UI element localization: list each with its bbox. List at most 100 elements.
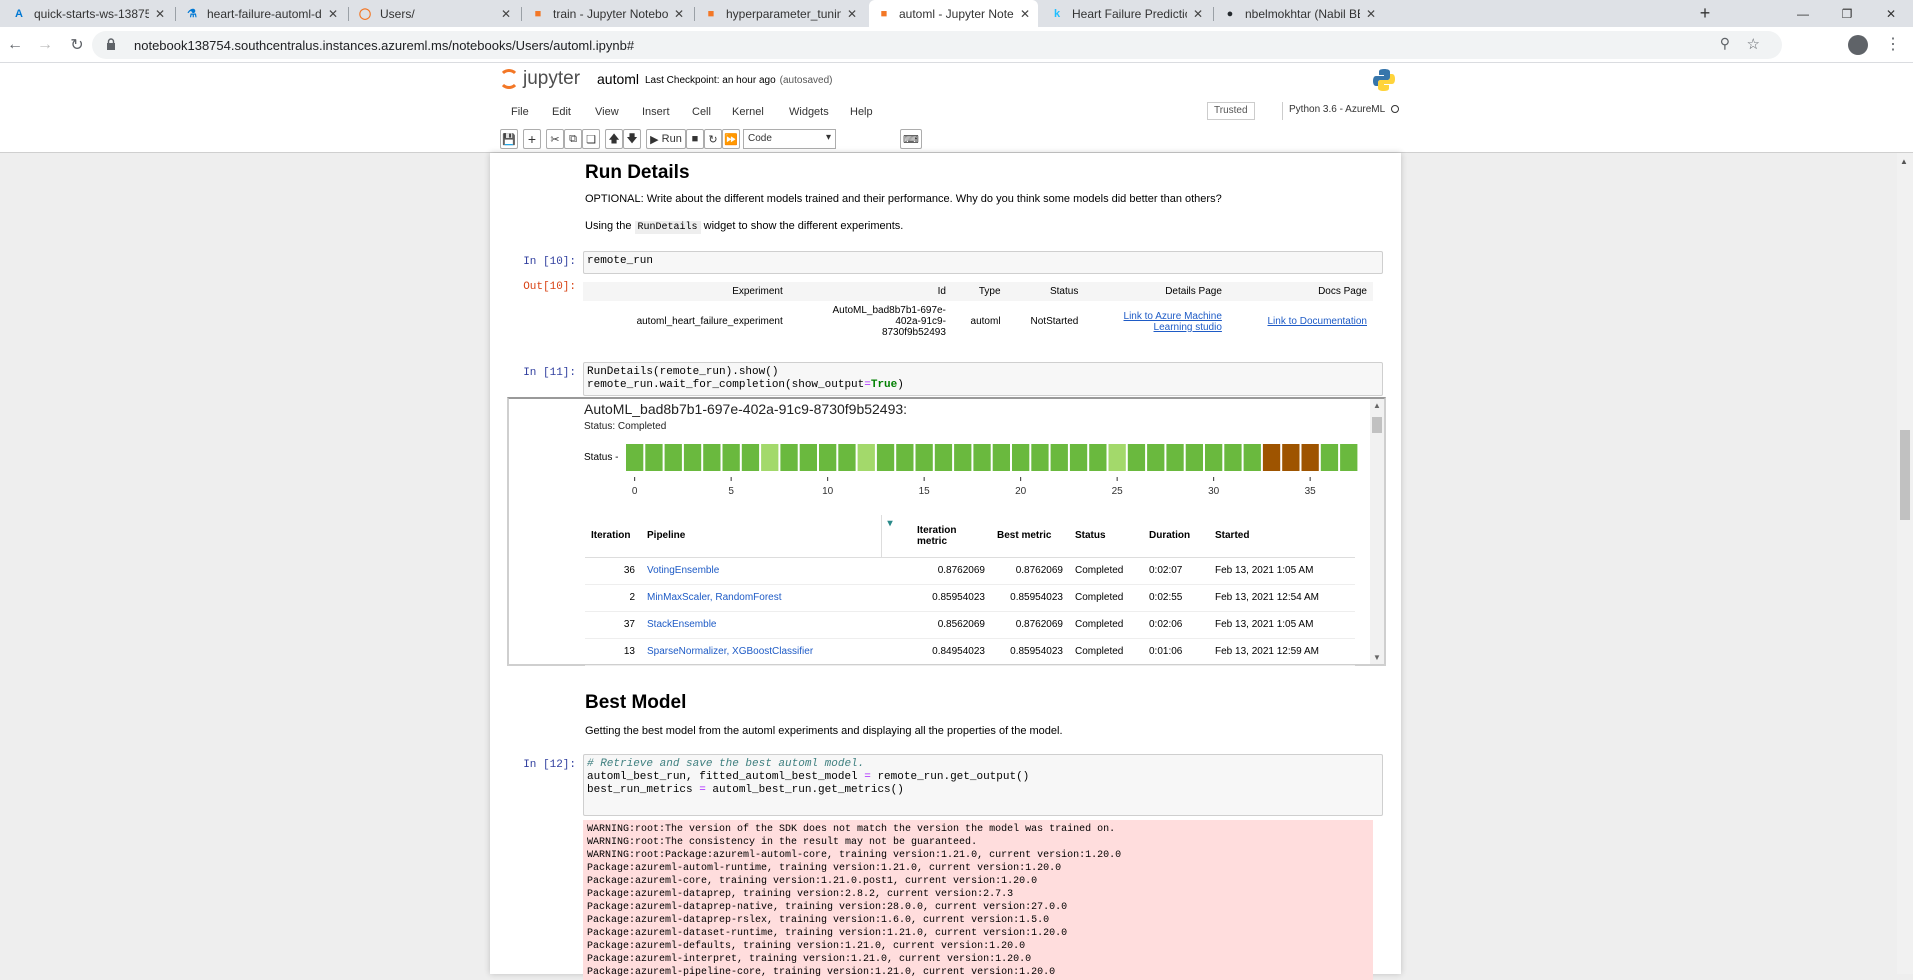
iteration-bar[interactable] (1301, 444, 1319, 471)
details-link-line[interactable]: Link to Azure Machine (1124, 311, 1222, 322)
iteration-bar[interactable] (954, 444, 972, 471)
iteration-bar[interactable] (1147, 444, 1165, 471)
iteration-bar[interactable] (934, 444, 953, 471)
profile-avatar-icon[interactable] (1848, 35, 1868, 55)
command-palette-icon[interactable]: ⌨ (900, 129, 922, 149)
zoom-icon[interactable]: ⚲ (1720, 35, 1730, 52)
col-iteration-metric[interactable]: Iteration metric (911, 515, 991, 558)
iteration-bar[interactable] (1224, 444, 1242, 471)
iteration-bar[interactable] (761, 444, 779, 471)
iteration-bar[interactable] (1108, 444, 1126, 471)
close-tab-icon[interactable]: ✕ (501, 7, 511, 21)
new-tab-button[interactable]: + (1690, 0, 1720, 27)
iteration-bar[interactable] (992, 444, 1010, 471)
iteration-bar[interactable] (1069, 444, 1088, 471)
menu-kernel[interactable]: Kernel (732, 106, 764, 118)
iteration-bar[interactable] (741, 444, 760, 471)
iteration-bar[interactable] (722, 444, 740, 471)
browser-tab[interactable]: ■ hyperparameter_tuning - Ju ✕ (696, 0, 865, 27)
iteration-bar[interactable] (780, 444, 798, 471)
paste-icon[interactable]: ❏ (582, 129, 600, 149)
kernel-indicator[interactable]: Python 3.6 - AzureML (1282, 102, 1405, 120)
iteration-row[interactable]: 36 VotingEnsemble 0.8762069 0.8762069 Comple… (585, 557, 1355, 585)
iteration-bar[interactable] (838, 444, 856, 471)
window-close-icon[interactable]: ✕ (1869, 0, 1913, 27)
widget-scroll-down-icon[interactable]: ▼ (1373, 653, 1381, 662)
browser-tab[interactable]: ⚗ heart-failure-automl-deploy ✕ (177, 0, 346, 27)
scroll-up-icon[interactable]: ▲ (1900, 157, 1908, 166)
restart-run-all-icon[interactable]: ⏩ (722, 129, 740, 149)
iteration-bar[interactable] (876, 444, 895, 471)
page-scrollbar[interactable]: ▲ (1897, 153, 1913, 974)
iteration-bar[interactable] (857, 444, 875, 471)
iteration-bar[interactable] (973, 444, 991, 471)
iteration-bar[interactable] (703, 444, 721, 471)
close-tab-icon[interactable]: ✕ (155, 7, 165, 21)
browser-tab[interactable]: ■ automl - Jupyter Notebook ✕ (869, 0, 1038, 27)
reload-icon[interactable]: ↻ (66, 34, 88, 56)
iteration-bar[interactable] (1031, 444, 1049, 471)
iteration-bar[interactable] (626, 444, 644, 471)
iteration-bar[interactable] (896, 444, 914, 471)
iteration-bar[interactable] (1320, 444, 1339, 471)
browser-tab[interactable]: ◯ Users/ ✕ (350, 0, 519, 27)
jupyter-logo[interactable]: jupyter (499, 68, 580, 90)
col-iteration[interactable]: Iteration (585, 515, 641, 558)
iteration-bar[interactable] (799, 444, 817, 471)
sort-indicator-icon[interactable]: ▾ (881, 515, 911, 558)
cut-icon[interactable]: ✂ (546, 129, 564, 149)
iteration-bar[interactable] (645, 444, 663, 471)
minimize-icon[interactable]: — (1781, 0, 1825, 27)
save-icon[interactable]: 💾 (500, 129, 518, 149)
details-link[interactable]: Link to Azure Machine Learning studio (1084, 301, 1228, 342)
widget-scrollbar-thumb[interactable] (1372, 417, 1382, 433)
browser-tab[interactable]: k Heart Failure Prediction | Ka ✕ (1042, 0, 1211, 27)
browser-menu-icon[interactable]: ⋮ (1885, 34, 1901, 54)
menu-insert[interactable]: Insert (642, 106, 670, 118)
details-link-line[interactable]: Learning studio (1154, 322, 1222, 333)
iteration-bar[interactable] (1166, 444, 1184, 471)
browser-tab[interactable]: ■ train - Jupyter Notebook ✕ (523, 0, 692, 27)
menu-edit[interactable]: Edit (552, 106, 571, 118)
menu-cell[interactable]: Cell (692, 106, 711, 118)
pipeline-link[interactable]: VotingEnsemble (641, 557, 911, 585)
iteration-bar[interactable] (819, 444, 837, 471)
pipeline-link[interactable]: SparseNormalizer, XGBoostClassifier (641, 638, 911, 666)
menu-widgets[interactable]: Widgets (789, 106, 829, 118)
close-tab-icon[interactable]: ✕ (1193, 7, 1203, 21)
iteration-bar[interactable] (915, 444, 933, 471)
cell-type-select[interactable]: Code ▾ (743, 129, 836, 149)
url-field[interactable]: notebook138754.southcentralus.instances.… (92, 31, 1782, 59)
col-pipeline[interactable]: Pipeline (641, 515, 882, 558)
iteration-row[interactable]: 13 SparseNormalizer, XGBoostClassifier 0.8… (585, 638, 1355, 666)
trusted-badge[interactable]: Trusted (1207, 102, 1255, 120)
iteration-bar[interactable] (1205, 444, 1223, 471)
close-tab-icon[interactable]: ✕ (847, 7, 857, 21)
iteration-bar[interactable] (1243, 444, 1261, 471)
forward-icon[interactable]: → (34, 34, 56, 56)
docs-link[interactable]: Link to Documentation (1228, 301, 1373, 342)
cell-12-code[interactable]: # Retrieve and save the best automl mode… (583, 754, 1383, 816)
move-up-icon[interactable]: 🡅 (605, 129, 623, 149)
col-duration[interactable]: Duration (1143, 515, 1209, 558)
iteration-bar[interactable] (1089, 444, 1107, 471)
cell-10-code[interactable]: remote_run (583, 251, 1383, 274)
back-icon[interactable]: ← (4, 34, 26, 56)
cell-11-code[interactable]: RunDetails(remote_run).show() remote_run… (583, 362, 1383, 396)
insert-cell-icon[interactable]: + (523, 129, 541, 149)
iteration-bar[interactable] (1185, 444, 1203, 471)
notebook-name[interactable]: automl (597, 71, 639, 87)
scrollbar-thumb[interactable] (1900, 430, 1910, 520)
move-down-icon[interactable]: 🡇 (623, 129, 641, 149)
close-tab-icon[interactable]: ✕ (674, 7, 684, 21)
iteration-bar[interactable] (1012, 444, 1030, 471)
close-tab-icon[interactable]: ✕ (328, 7, 338, 21)
bookmark-star-icon[interactable]: ☆ (1747, 35, 1760, 53)
iteration-bar[interactable] (664, 444, 682, 471)
col-status[interactable]: Status (1069, 515, 1143, 558)
iteration-bar[interactable] (1262, 444, 1281, 471)
restore-icon[interactable]: ❐ (1825, 0, 1869, 27)
run-button[interactable]: ▶ Run (646, 129, 686, 149)
iteration-bar[interactable] (683, 444, 702, 471)
widget-scrollbar[interactable]: ▲ ▼ (1370, 399, 1384, 664)
